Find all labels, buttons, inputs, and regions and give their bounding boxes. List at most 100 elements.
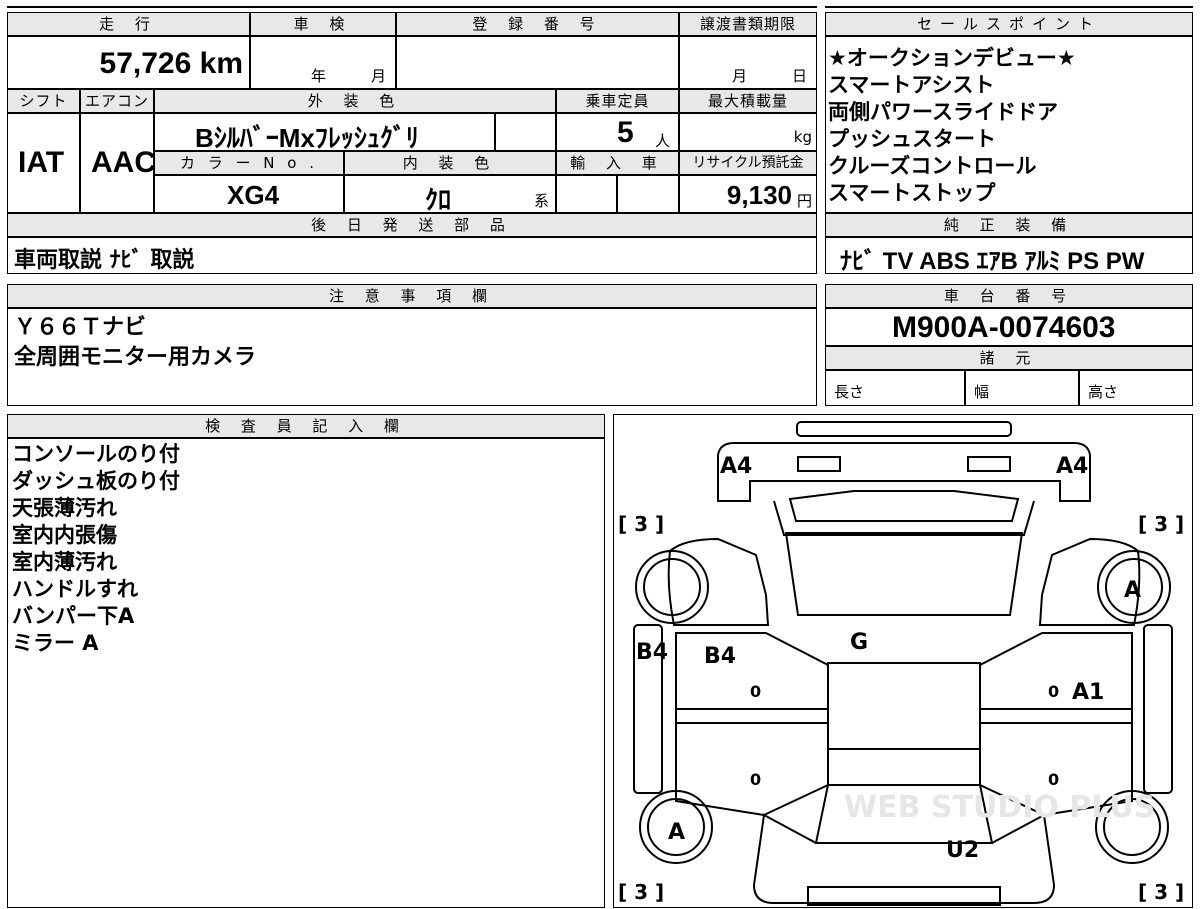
later-parts-header: 後 日 発 送 部 品	[7, 213, 817, 237]
watermark-text: WEB STUDIO PLUS	[844, 790, 1155, 825]
capacity-unit: 人	[655, 132, 671, 150]
sales-points-list: ★オークションデビュー★ スマートアシスト 両側パワースライドドア プッシュスタ…	[828, 45, 1076, 207]
inspection-header: 車 検	[250, 12, 396, 36]
side-skirt-right	[1143, 624, 1173, 794]
mark-wheel-front-right: A	[1124, 578, 1141, 603]
spec-width-cell: 幅	[965, 370, 1079, 406]
genuine-equipment-cell: ﾅﾋﾞ TV ABS ｴｱB ｱﾙﾐ PS PW	[825, 237, 1193, 275]
inspector-line: コンソールのり付	[12, 442, 180, 466]
shift-cell: IAT	[7, 113, 80, 213]
import-cell-a	[556, 175, 617, 213]
wheel-front-left-inner	[643, 558, 701, 616]
inspector-line: ミラー A	[12, 631, 99, 655]
notes-cell: Ｙ６６Ｔナビ 全周囲モニター用カメラ	[7, 308, 817, 406]
top-right-edge-strip	[825, 0, 1193, 8]
transfer-deadline-header: 譲渡書類期限	[679, 12, 817, 36]
sales-points-cell: ★オークションデビュー★ スマートアシスト 両側パワースライドドア プッシュスタ…	[825, 36, 1193, 213]
inspector-line: 室内薄汚れ	[12, 550, 117, 574]
rear-body-outline	[752, 813, 1056, 904]
spec-length-cell: 長さ	[825, 370, 965, 406]
exterior-color-cell: BｼﾙﾊﾞｰMxﾌﾚｯｼｭｸﾞﾘ	[154, 113, 495, 153]
car-diagram: WEB STUDIO PLUS A4 A4 [ 3 ] [ 3 ] [ 3 ] …	[618, 421, 1184, 906]
interior-color-suffix: 系	[533, 192, 549, 210]
inspector-list: コンソールのり付 ダッシュ板のり付 天張薄汚れ 室内内張傷 室内薄汚れ ハンドル…	[12, 441, 180, 657]
spec-length-label: 長さ	[834, 383, 865, 401]
later-parts-value: 車両取説 ﾅﾋﾞ 取説	[14, 248, 195, 273]
exterior-color-header: 外 装 色	[154, 89, 556, 113]
ac-header: エアコン	[80, 89, 154, 113]
capacity-header: 乗車定員	[556, 89, 679, 113]
transfer-cell: 月 日	[679, 36, 817, 89]
ac-value: AAC	[91, 146, 156, 179]
spec-height-cell: 高さ	[1079, 370, 1193, 406]
color-no-value: XG4	[227, 180, 280, 210]
interior-color-cell: ｸﾛ 系	[344, 175, 556, 215]
inspector-line: 天張薄汚れ	[12, 496, 117, 520]
recycle-cell: 9,130 円	[679, 175, 817, 213]
genuine-equipment-header: 純 正 装 備	[825, 213, 1193, 237]
hood-vent	[788, 490, 1020, 522]
sales-point-item: クルーズコントロール	[828, 154, 1037, 178]
registration-header: 登 録 番 号	[396, 12, 679, 36]
color-no-header: カ ラ ー N o .	[154, 151, 344, 175]
inspector-header: 検 査 員 記 入 欄	[7, 414, 605, 438]
color-no-cell: XG4	[154, 175, 344, 213]
notes-list: Ｙ６６Ｔナビ 全周囲モニター用カメラ	[14, 313, 256, 373]
mark-bracket-bottom-right: [ 3 ]	[1138, 880, 1184, 904]
mark-door-front-left: B4	[704, 644, 736, 669]
headlight-right	[967, 456, 1011, 472]
inspection-year: 年	[311, 67, 327, 85]
roof-outline	[827, 662, 981, 786]
front-bumper	[796, 421, 1012, 437]
hood-outline	[773, 500, 1035, 536]
mark-door-front-right: A1	[1072, 680, 1104, 705]
specs-header: 諸 元	[825, 346, 1193, 370]
mark-windshield: G	[850, 630, 868, 655]
interior-color-value: ｸﾛ	[425, 185, 452, 215]
import-cell-b	[617, 175, 679, 213]
exterior-color-extra-cell	[495, 113, 556, 151]
mileage-header: 走 行	[7, 12, 250, 36]
door-rear-left	[675, 722, 829, 817]
inspector-line: 室内内張傷	[12, 523, 117, 547]
sales-point-item: 両側パワースライドドア	[828, 100, 1058, 124]
capacity-cell: 5 人	[556, 113, 679, 151]
chassis-header: 車 台 番 号	[825, 284, 1193, 308]
registration-cell	[396, 36, 679, 89]
inspector-line: バンパー下A	[12, 604, 135, 628]
max-load-cell: kg	[679, 113, 817, 151]
mark-front-left: A4	[720, 454, 752, 479]
mark-bracket-bottom-left: [ 3 ]	[618, 880, 664, 904]
chassis-cell: M900A-0074603	[825, 308, 1193, 346]
shift-header: シフト	[7, 89, 80, 113]
exterior-color-value: BｼﾙﾊﾞｰMxﾌﾚｯｼｭｸﾞﾘ	[195, 123, 419, 153]
spec-height-label: 高さ	[1088, 383, 1119, 401]
mark-bracket-top-right: [ 3 ]	[1138, 512, 1184, 536]
import-header: 輸 入 車	[556, 151, 679, 175]
sales-point-item: ★オークションデビュー★	[828, 46, 1076, 70]
notes-line: 全周囲モニター用カメラ	[14, 345, 257, 370]
max-load-header: 最大積載量	[679, 89, 817, 113]
mark-wheel-rear-left: A	[668, 820, 685, 845]
mark-zero: 0	[1048, 770, 1059, 789]
chassis-value: M900A-0074603	[892, 311, 1116, 344]
recycle-unit: 円	[796, 192, 812, 210]
inspector-line: ダッシュ板のり付	[12, 469, 180, 493]
mileage-cell: 57,726 km	[7, 36, 250, 89]
headlight-left	[797, 456, 841, 472]
windshield-outline	[784, 532, 1024, 616]
mark-side-left: B4	[636, 640, 668, 665]
front-body-outline	[717, 442, 1091, 502]
max-load-unit: kg	[793, 128, 812, 146]
inspector-cell: コンソールのり付 ダッシュ板のり付 天張薄汚れ 室内内張傷 室内薄汚れ ハンドル…	[7, 438, 605, 908]
mileage-value: 57,726 km	[99, 47, 243, 80]
sales-points-header: セールスポイント	[825, 12, 1193, 36]
interior-color-header: 内 装 色	[344, 151, 556, 175]
car-diagram-frame: WEB STUDIO PLUS A4 A4 [ 3 ] [ 3 ] [ 3 ] …	[613, 414, 1193, 908]
recycle-value: 9,130	[726, 180, 792, 210]
transfer-month: 月	[732, 67, 748, 85]
sales-point-item: スマートストップ	[828, 181, 996, 205]
later-parts-cell: 車両取説 ﾅﾋﾞ 取説	[7, 237, 817, 274]
ac-cell: AAC	[80, 113, 156, 213]
transfer-day: 日	[792, 67, 808, 85]
